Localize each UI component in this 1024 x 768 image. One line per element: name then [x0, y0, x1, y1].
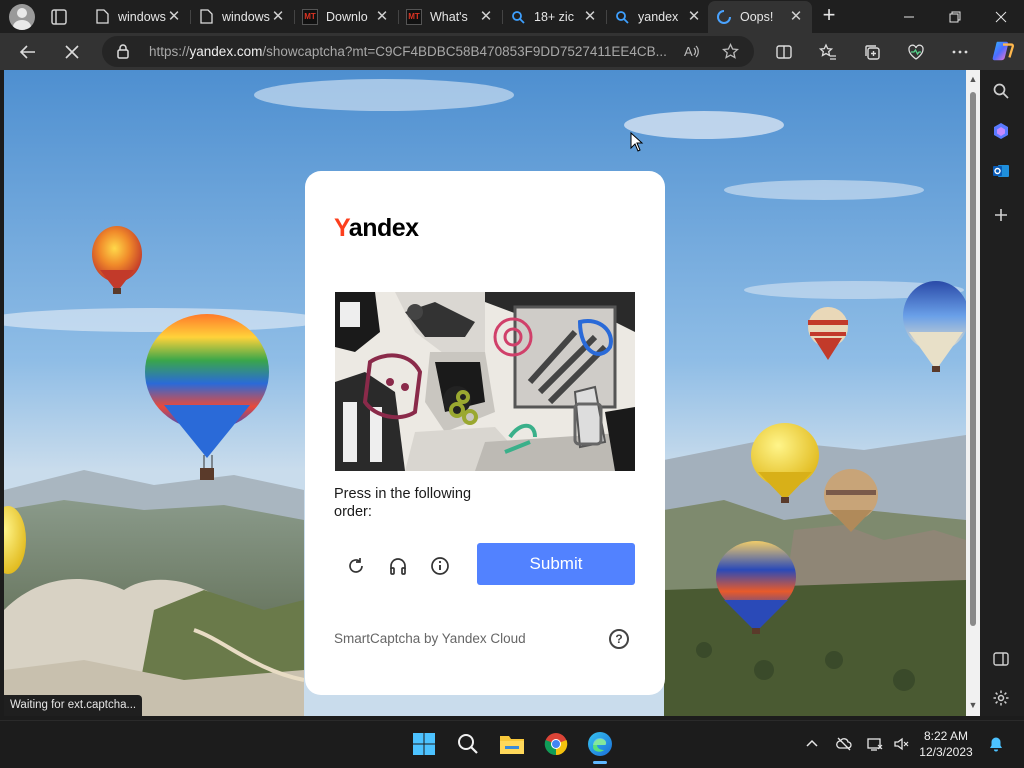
status-bar: Waiting for ext.captcha... [4, 695, 143, 716]
read-aloud-icon[interactable]: A [683, 43, 700, 65]
file-explorer-icon[interactable] [497, 729, 527, 759]
close-icon[interactable]: ✕ [374, 8, 390, 25]
tab-strip: windows ✕ windows ✕ MT Downlo ✕ MT What'… [0, 0, 1024, 33]
captcha-card: Yandex Press in the following order: Sub… [305, 171, 665, 695]
loading-icon [716, 9, 732, 25]
hide-sidebar-icon[interactable] [990, 648, 1012, 670]
favorites-icon[interactable] [816, 40, 840, 64]
submit-button[interactable]: Submit [477, 543, 635, 585]
mt-icon: MT [406, 8, 422, 25]
chrome-icon[interactable] [541, 729, 571, 759]
close-icon[interactable]: ✕ [686, 8, 702, 25]
copilot-sidebar-icon[interactable] [990, 120, 1012, 142]
tab-title: yandex [638, 9, 679, 24]
tab-0[interactable]: windows ✕ [86, 3, 191, 30]
browser-essentials-icon[interactable] [904, 40, 928, 64]
scroll-down-icon[interactable]: ▼ [968, 700, 978, 710]
search-icon[interactable] [990, 80, 1012, 102]
edge-icon[interactable] [585, 729, 615, 764]
edge-sidebar [980, 70, 1024, 716]
captcha-instruction: Press in the following order: [334, 486, 472, 520]
tab-actions-icon[interactable] [48, 6, 70, 28]
captcha-image[interactable] [335, 292, 635, 471]
split-screen-icon[interactable] [772, 40, 796, 64]
help-icon[interactable]: ? [609, 629, 629, 649]
scroll-up-icon[interactable]: ▲ [968, 74, 978, 84]
page-scrollbar[interactable]: ▲ ▼ [966, 70, 980, 716]
taskbar-search-icon[interactable] [453, 729, 483, 759]
start-windows-icon[interactable] [409, 729, 439, 759]
close-icon[interactable]: ✕ [582, 8, 598, 25]
restore-button[interactable] [932, 0, 978, 33]
lock-icon[interactable] [116, 43, 130, 64]
mt-icon: MT [302, 8, 318, 25]
mouse-cursor-icon [630, 132, 644, 152]
refresh-icon[interactable] [343, 553, 369, 579]
svg-text:A: A [684, 44, 693, 59]
audio-headphones-icon[interactable] [385, 553, 411, 579]
close-icon[interactable]: ✕ [166, 8, 182, 25]
tab-3[interactable]: MT What's ✕ [398, 3, 503, 30]
copilot-icon[interactable] [990, 38, 1016, 64]
search-icon [614, 9, 630, 25]
browser-toolbar: https://yandex.com/showcaptcha?mt=C9CF4B… [0, 33, 1024, 70]
tab-title: Downlo [326, 9, 368, 24]
tab-title: Oops! [740, 10, 774, 24]
close-icon[interactable]: ✕ [478, 8, 494, 25]
cloud-offline-icon[interactable] [835, 735, 853, 753]
stop-loading-icon[interactable] [60, 40, 84, 64]
scroll-thumb[interactable] [970, 92, 976, 626]
tab-title: What's [430, 9, 468, 24]
tab-1[interactable]: windows ✕ [190, 3, 295, 30]
close-icon[interactable]: ✕ [270, 8, 286, 25]
back-icon[interactable] [16, 40, 40, 64]
collections-icon[interactable] [860, 40, 884, 64]
clock-time: 8:22 AM [923, 729, 969, 743]
outlook-icon[interactable] [990, 160, 1012, 182]
tab-2[interactable]: MT Downlo ✕ [294, 3, 399, 30]
network-icon[interactable] [866, 735, 884, 753]
page-icon [198, 9, 214, 25]
windows-taskbar: 8:22 AM 12/3/2023 [0, 720, 1024, 768]
close-icon[interactable]: ✕ [788, 9, 804, 25]
tab-title: windows [118, 9, 166, 24]
tab-5[interactable]: yandex ✕ [606, 3, 710, 30]
yandex-logo: Yandex [334, 214, 419, 242]
captcha-footer: SmartCaptcha by Yandex Cloud [334, 631, 526, 646]
add-sidebar-app-icon[interactable] [990, 204, 1012, 226]
address-bar[interactable]: https://yandex.com/showcaptcha?mt=C9CF4B… [102, 36, 754, 67]
notification-bell-icon[interactable] [987, 735, 1005, 753]
profile-avatar[interactable] [9, 4, 35, 30]
system-clock[interactable]: 8:22 AM 12/3/2023 [914, 728, 978, 760]
tab-4[interactable]: 18+ zic ✕ [502, 3, 607, 30]
close-window-button[interactable] [978, 0, 1024, 33]
tab-title: 18+ zic [534, 9, 574, 24]
search-icon [510, 9, 526, 25]
page-icon [94, 9, 110, 25]
favorite-star-icon[interactable] [721, 42, 740, 65]
info-icon[interactable] [427, 553, 453, 579]
more-options-icon[interactable] [948, 40, 972, 64]
settings-gear-icon[interactable] [990, 687, 1012, 709]
minimize-button[interactable] [886, 0, 932, 33]
tab-6-active[interactable]: Oops! ✕ [708, 1, 812, 33]
clock-date: 12/3/2023 [919, 745, 973, 759]
new-tab-button[interactable]: + [818, 4, 840, 27]
url-text[interactable]: https://yandex.com/showcaptcha?mt=C9CF4B… [149, 44, 669, 59]
tab-title: windows [222, 9, 270, 24]
show-hidden-icons-chevron-icon[interactable] [803, 735, 821, 753]
volume-muted-icon[interactable] [892, 735, 910, 753]
